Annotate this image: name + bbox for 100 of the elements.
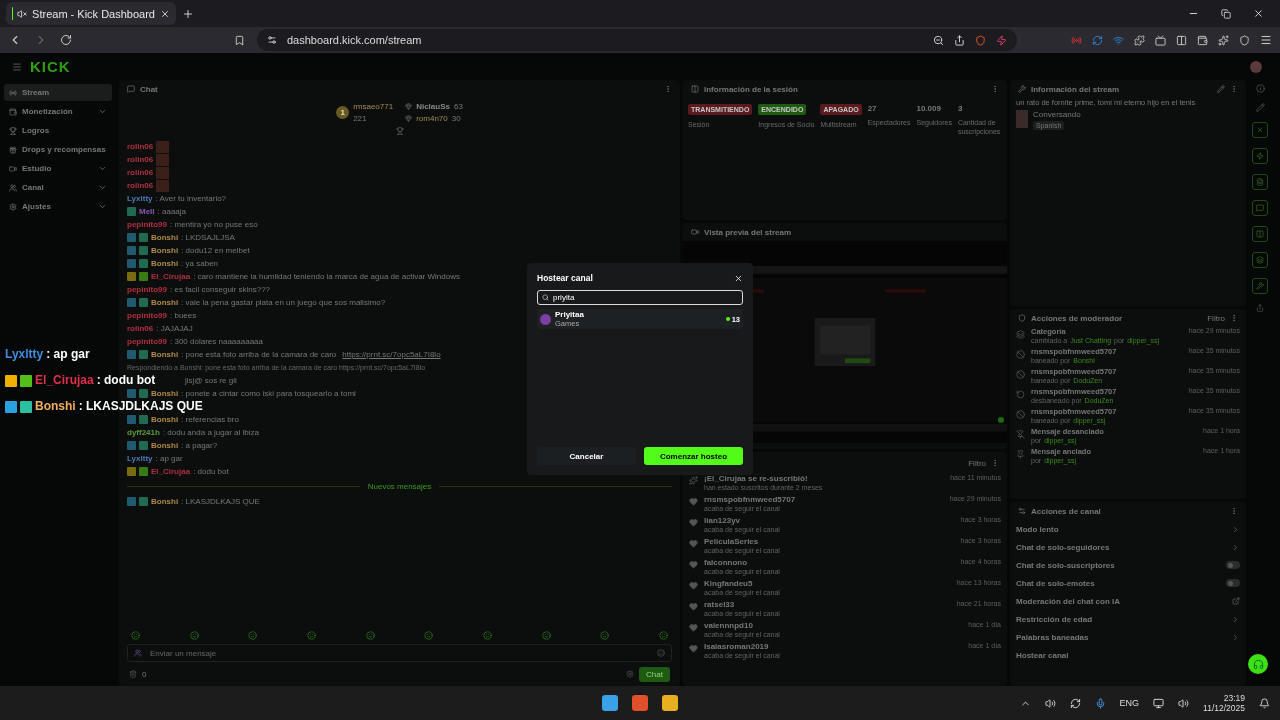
message-input[interactable]: Enviar un mensaje — [148, 647, 651, 659]
more-icon[interactable] — [991, 459, 999, 467]
sidebar-item[interactable]: Monetización — [4, 103, 112, 120]
message-field[interactable]: Enviar un mensaje — [127, 644, 672, 662]
rail-button[interactable] — [1252, 122, 1268, 138]
speaker-icon[interactable] — [1044, 697, 1056, 709]
chat-username[interactable]: rolin06 — [127, 181, 154, 190]
leaderboard-name[interactable]: NiclauSs — [416, 101, 450, 111]
sidebar-item[interactable]: Canal — [4, 179, 112, 196]
browser-tab[interactable]: Stream - Kick Dashboard — [6, 2, 176, 25]
folder-icon[interactable] — [662, 695, 678, 711]
channel-action-item[interactable]: Restricción de edad — [1010, 610, 1246, 628]
emote-icon[interactable] — [424, 631, 434, 640]
avatar-icon[interactable] — [1250, 60, 1262, 73]
share-icon[interactable] — [954, 34, 965, 46]
channel-action-item[interactable]: Hostear canal — [1010, 646, 1246, 664]
chat-username[interactable]: rolin06 — [127, 155, 154, 164]
zoom-out-icon[interactable] — [933, 34, 944, 46]
sidebar-item[interactable]: Stream — [4, 84, 112, 101]
bookmark-icon[interactable] — [234, 34, 245, 46]
leaderboard-name[interactable]: rmsaeo771 — [353, 101, 394, 111]
sidebar-item[interactable]: Drops y recompensas — [4, 141, 112, 158]
sidebar-item[interactable]: Estudio — [4, 160, 112, 177]
browser-icon[interactable] — [632, 695, 648, 711]
chat-username[interactable]: Mell — [139, 207, 155, 216]
language-indicator[interactable]: ENG — [1119, 698, 1140, 708]
info-icon[interactable] — [1255, 84, 1265, 93]
chat-username[interactable]: Bonshi — [151, 233, 179, 242]
sidebar-item[interactable]: Logros — [4, 122, 112, 139]
tv-icon[interactable] — [1155, 34, 1166, 46]
chat-username[interactable]: Bonshi — [151, 350, 179, 359]
rail-button[interactable] — [1252, 252, 1268, 268]
channel-action-item[interactable]: Chat de solo-emotes — [1010, 574, 1246, 592]
settings-icon[interactable] — [626, 670, 635, 678]
close-icon[interactable] — [1253, 8, 1264, 19]
site-settings-icon[interactable] — [267, 35, 277, 45]
edit-icon[interactable] — [1255, 103, 1265, 112]
emote-icon[interactable] — [482, 631, 492, 640]
reload-icon[interactable] — [60, 34, 72, 46]
rail-button[interactable] — [1252, 148, 1268, 164]
channel-action-item[interactable]: Chat de solo-suscriptores — [1010, 556, 1246, 574]
restore-icon[interactable] — [1221, 8, 1231, 19]
sparkle-icon[interactable] — [1218, 34, 1229, 46]
close-icon[interactable] — [734, 273, 743, 283]
channel-action-item[interactable]: Moderación del chat con IA — [1010, 592, 1246, 610]
chat-username[interactable]: dyff241h — [127, 428, 160, 437]
puzzle-icon[interactable] — [1134, 34, 1145, 46]
logo[interactable]: KICK — [30, 58, 71, 75]
more-icon[interactable] — [1230, 507, 1238, 515]
chat-username[interactable]: Bonshi — [151, 415, 179, 424]
chat-username[interactable]: Bonshi — [151, 259, 179, 268]
chat-username[interactable]: rolin06 — [127, 168, 154, 177]
bolt-icon[interactable] — [996, 34, 1007, 46]
chat-username[interactable]: El_Cirujaa — [151, 272, 191, 281]
emote-icon[interactable] — [131, 631, 140, 640]
more-icon[interactable] — [991, 85, 999, 93]
start-host-button[interactable]: Comenzar hosteo — [644, 447, 743, 465]
chat-link[interactable]: https://prnt.sc/7opc5aL7I8lo — [342, 350, 441, 359]
speaker-icon[interactable] — [1178, 697, 1190, 709]
chat-username[interactable]: pepinito99 — [127, 285, 167, 294]
close-icon[interactable] — [160, 8, 170, 19]
chat-username[interactable]: El_Cirujaa — [151, 467, 191, 476]
sync-icon[interactable] — [1069, 697, 1081, 709]
cancel-button[interactable]: Cancelar — [537, 447, 636, 465]
filter-link[interactable]: Filtro — [968, 458, 986, 468]
rail-button[interactable] — [1252, 174, 1268, 190]
edit-icon[interactable] — [1217, 85, 1225, 93]
emote-icon[interactable] — [365, 631, 375, 640]
new-tab-icon[interactable] — [182, 7, 194, 20]
chat-username[interactable]: Bonshi — [151, 246, 179, 255]
emote-icon[interactable] — [248, 631, 258, 640]
filter-link[interactable]: Filtro — [1207, 313, 1225, 323]
menu-icon[interactable] — [1260, 34, 1272, 46]
rail-button[interactable] — [1252, 200, 1268, 216]
chat-username[interactable]: Lyxltty — [127, 454, 153, 463]
bell-icon[interactable] — [1259, 697, 1270, 709]
support-button[interactable] — [1248, 654, 1268, 674]
rail-button[interactable] — [1252, 278, 1268, 294]
address-bar[interactable]: dashboard.kick.com/stream — [257, 29, 1017, 51]
emote-icon[interactable] — [306, 631, 316, 640]
emote-icon[interactable] — [189, 631, 199, 640]
wifi-icon[interactable] — [1113, 34, 1124, 46]
emote-icon[interactable] — [541, 631, 551, 640]
shield-icon[interactable] — [975, 34, 986, 46]
channel-action-item[interactable]: Modo lento — [1010, 520, 1246, 538]
toggle-switch[interactable] — [1226, 561, 1240, 569]
shield-icon[interactable] — [1239, 34, 1250, 46]
rail-button[interactable] — [1252, 226, 1268, 242]
wallet-icon[interactable] — [1197, 34, 1208, 46]
more-icon[interactable] — [1230, 314, 1238, 322]
leaderboard-name[interactable]: rom4n70 — [416, 113, 448, 123]
chat-username[interactable]: Bonshi — [151, 441, 179, 450]
start-icon[interactable] — [602, 695, 618, 711]
chat-username[interactable]: rolin06 — [127, 324, 154, 333]
chat-send-button[interactable]: Chat — [639, 666, 670, 682]
emote-icon[interactable] — [658, 631, 668, 640]
refresh-icon[interactable] — [1092, 34, 1103, 46]
channel-action-item[interactable]: Palabras baneadas — [1010, 628, 1246, 646]
chat-username[interactable]: Bonshi — [151, 497, 179, 506]
search-input[interactable]: priyita — [553, 293, 738, 302]
